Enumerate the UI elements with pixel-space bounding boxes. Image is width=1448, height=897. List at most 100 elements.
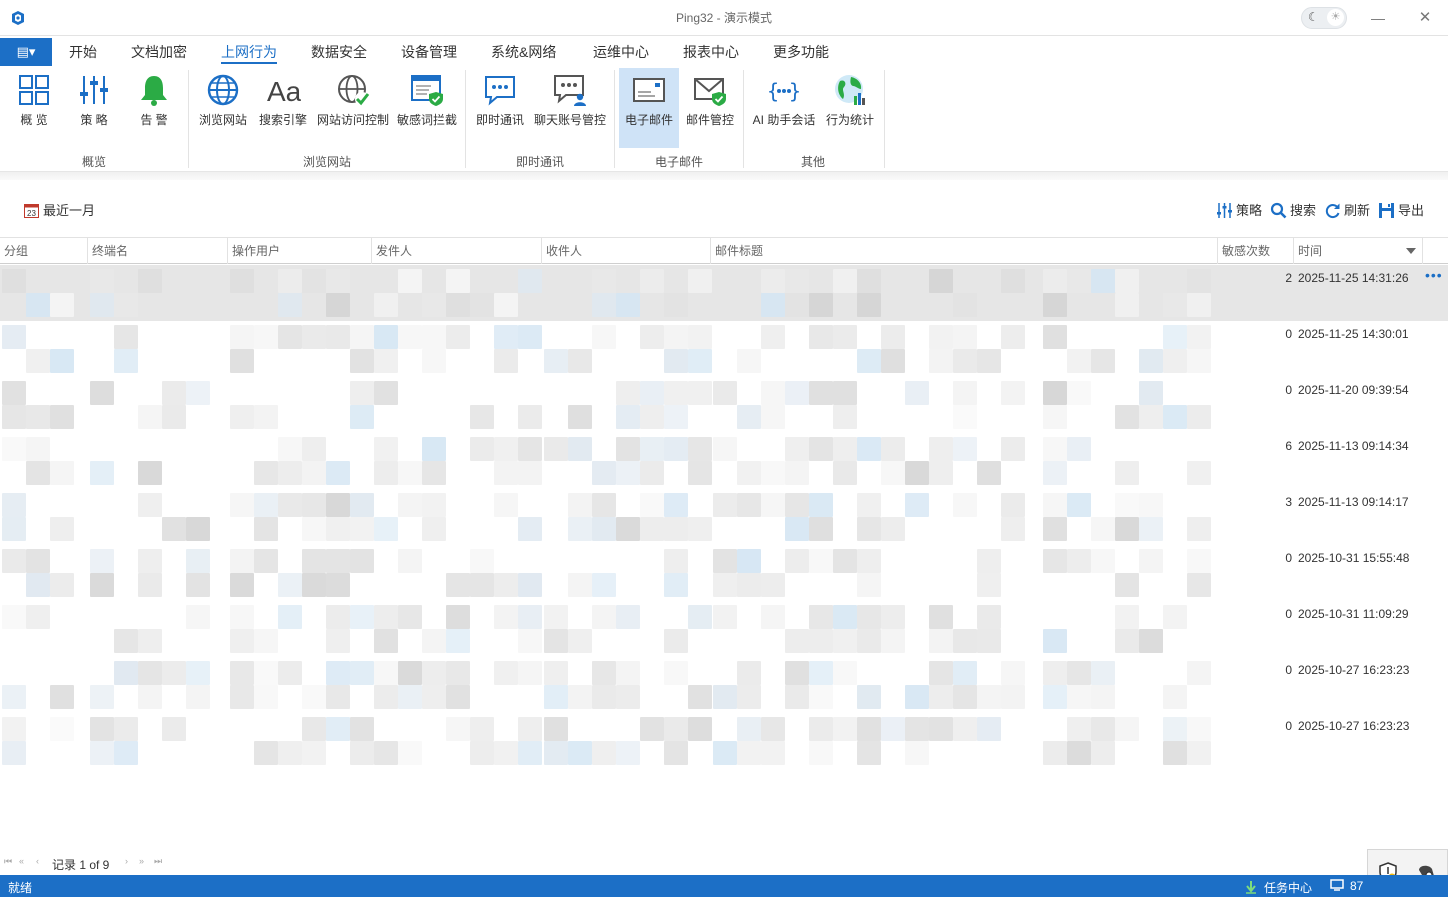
redacted-cell	[1187, 293, 1211, 317]
redacted-cell	[616, 605, 640, 629]
globe-icon	[207, 74, 239, 106]
column-header-recipient[interactable]: 收件人	[542, 238, 711, 264]
ribbon-search-engine-label: 搜索引擎	[258, 113, 307, 127]
ribbon-sensitive-word-block-button[interactable]: 敏感词拦截	[394, 68, 460, 148]
ribbon-im-label: 即时通讯	[475, 113, 524, 127]
table-row[interactable]: 6 2025-11-13 09:14:34	[0, 433, 1448, 489]
table-row[interactable]: 0 2025-10-27 16:23:23	[0, 657, 1448, 713]
ribbon-ai-assistant-button[interactable]: { } AI 助手会话	[748, 68, 820, 148]
last-page-button[interactable]: ⏭	[154, 856, 162, 867]
redacted-cell	[398, 605, 422, 629]
redacted-cell	[446, 605, 470, 629]
prev-page-group-button[interactable]: «	[19, 856, 24, 866]
next-page-button[interactable]: ›	[125, 856, 128, 866]
search-button[interactable]: 搜索	[1270, 200, 1316, 219]
redacted-cell	[230, 605, 254, 629]
column-header-group[interactable]: 分组	[0, 238, 88, 264]
sliders-icon	[80, 76, 108, 104]
redacted-cell	[494, 741, 518, 765]
redacted-cell	[114, 293, 138, 317]
row-more-icon[interactable]: •••	[1425, 267, 1443, 283]
grid-header: 分组 终端名 操作用户 发件人 收件人 邮件标题 敏感次数 时间	[0, 237, 1448, 264]
redacted-cell	[422, 461, 446, 485]
redacted-cell	[1091, 549, 1115, 573]
redacted-cell	[1139, 629, 1163, 653]
export-button[interactable]: 导出	[1378, 200, 1424, 219]
ribbon-im-button[interactable]: 即时通讯	[472, 68, 528, 148]
ribbon-overview-button[interactable]: 概 览	[6, 68, 62, 148]
table-row[interactable]: 0 2025-10-31 15:55:48	[0, 545, 1448, 601]
table-row[interactable]: 2 2025-11-25 14:31:26 •••	[0, 265, 1448, 321]
redacted-cell	[761, 741, 785, 765]
redacted-cell	[1187, 349, 1211, 373]
app-menu-button[interactable]: ▤▾	[0, 38, 52, 66]
tab-system-network[interactable]: 系统&网络	[491, 36, 556, 66]
close-button[interactable]: ✕	[1402, 0, 1448, 36]
tab-report-center[interactable]: 报表中心	[683, 36, 739, 66]
redacted-cell	[494, 293, 518, 317]
redacted-cell	[2, 381, 26, 405]
redacted-cell	[616, 461, 640, 485]
ribbon-mail-control-button[interactable]: 邮件管控	[681, 68, 739, 148]
table-row[interactable]: 3 2025-11-13 09:14:17	[0, 489, 1448, 545]
ribbon-site-access-control-button[interactable]: 网站访问控制	[314, 68, 392, 148]
ribbon-behavior-stats-button[interactable]: 行为统计	[822, 68, 878, 148]
column-header-sensitive-count[interactable]: 敏感次数	[1218, 238, 1294, 264]
theme-toggle[interactable]: ☾ ☀	[1301, 7, 1347, 29]
first-page-button[interactable]: ⏮	[4, 856, 12, 867]
envelope-shield-icon	[694, 78, 726, 106]
redacted-cell	[568, 629, 592, 653]
redacted-cell	[857, 517, 881, 541]
column-header-time[interactable]: 时间	[1294, 238, 1423, 264]
redacted-cell	[953, 293, 977, 317]
tab-start[interactable]: 开始	[69, 36, 97, 66]
search-icon	[1270, 202, 1287, 219]
redacted-cell	[422, 349, 446, 373]
redacted-cell	[640, 717, 664, 741]
table-row[interactable]: 0 2025-11-25 14:30:01	[0, 321, 1448, 377]
redacted-cell	[374, 349, 398, 373]
date-range-picker[interactable]: 23 最近一月	[24, 200, 95, 219]
tab-more-features[interactable]: 更多功能	[773, 36, 829, 66]
tab-data-security[interactable]: 数据安全	[311, 36, 367, 66]
table-row[interactable]: 0 2025-10-31 11:09:29	[0, 601, 1448, 657]
time-cell: 2025-10-27 16:23:23	[1298, 719, 1410, 733]
redacted-cell	[350, 381, 374, 405]
tab-ops-center[interactable]: 运维中心	[593, 36, 649, 66]
column-header-terminal[interactable]: 终端名	[88, 238, 228, 264]
redacted-cell	[374, 685, 398, 709]
task-center-button[interactable]: 任务中心	[1244, 879, 1312, 896]
redacted-cell	[254, 461, 278, 485]
column-header-subject[interactable]: 邮件标题	[711, 238, 1218, 264]
ribbon-browse-sites-button[interactable]: 浏览网站	[194, 68, 252, 148]
ribbon-email-button[interactable]: 电子邮件	[619, 68, 679, 148]
group-label-im: 即时通讯	[515, 155, 564, 169]
redacted-cell	[326, 605, 350, 629]
group-label-email: 电子邮件	[654, 155, 703, 169]
redacted-cell	[326, 661, 350, 685]
tab-web-behavior[interactable]: 上网行为	[221, 36, 277, 66]
prev-page-button[interactable]: ‹	[36, 856, 39, 866]
refresh-button[interactable]: 刷新	[1324, 200, 1370, 219]
ribbon-chat-account-control-button[interactable]: 聊天账号管控	[532, 68, 608, 148]
redacted-cell	[518, 573, 542, 597]
font-aa-icon: Aa	[267, 76, 301, 107]
next-page-group-button[interactable]: »	[139, 856, 144, 866]
redacted-cell	[2, 325, 26, 349]
column-header-user[interactable]: 操作用户	[228, 238, 372, 264]
policy-button[interactable]: 策略	[1216, 200, 1262, 219]
table-row[interactable]: 0 2025-11-20 09:39:54	[0, 377, 1448, 433]
column-header-sender[interactable]: 发件人	[372, 238, 542, 264]
tab-device-management[interactable]: 设备管理	[401, 36, 457, 66]
ribbon-alert-button[interactable]: 告 警	[126, 68, 182, 148]
redacted-cell	[953, 349, 977, 373]
ribbon-search-engine-button[interactable]: Aa 搜索引擎	[254, 68, 312, 148]
ribbon-policy-button[interactable]: 策 略	[66, 68, 122, 148]
redacted-cell	[1001, 381, 1025, 405]
redacted-cell	[374, 629, 398, 653]
redacted-cell	[326, 629, 350, 653]
table-row[interactable]: 0 2025-10-27 16:23:23	[0, 713, 1448, 769]
minimize-button[interactable]: —	[1355, 0, 1401, 36]
tab-doc-encryption[interactable]: 文档加密	[131, 36, 187, 66]
redacted-cell	[1115, 461, 1139, 485]
